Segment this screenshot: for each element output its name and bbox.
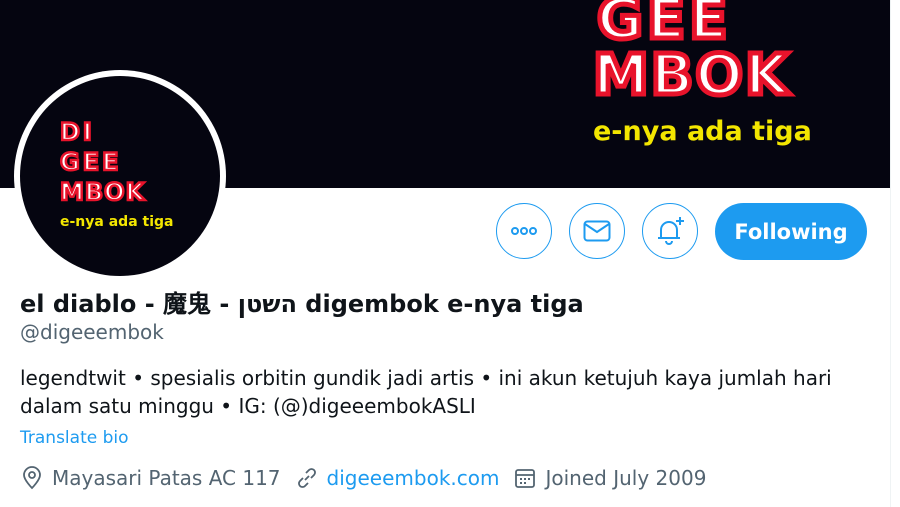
website-item: digeeembok.com	[295, 466, 500, 490]
website-link[interactable]: digeeembok.com	[327, 466, 500, 490]
location-pin-icon	[23, 466, 41, 490]
translate-bio-link[interactable]: Translate bio	[20, 428, 129, 448]
display-name: el diablo - 魔鬼 - השטן digembok e-nya tig…	[20, 290, 584, 318]
location-text: Mayasari Patas AC 117	[52, 466, 281, 490]
ellipsis-icon	[511, 227, 537, 235]
handle: @digeeembok	[20, 320, 164, 344]
avatar-logo: DI GEE MBOK e-nya ada tiga	[59, 117, 174, 230]
bell-plus-icon	[658, 217, 684, 245]
avatar[interactable]: DI GEE MBOK e-nya ada tiga	[20, 76, 220, 276]
right-edge	[890, 0, 900, 507]
location-item: Mayasari Patas AC 117	[20, 466, 281, 490]
banner-logo: GEE MBOK e-nya ada tiga	[591, 0, 812, 147]
banner-logo-line-2: MBOK	[593, 43, 791, 108]
message-button[interactable]	[569, 203, 625, 259]
joined-text: Joined July 2009	[545, 466, 707, 490]
calendar-icon	[515, 469, 536, 488]
profile-meta: Mayasari Patas AC 117 digeeembok.com Joi…	[20, 466, 720, 490]
bio: legendtwit • spesialis orbitin gundik ja…	[20, 366, 832, 418]
envelope-icon	[583, 220, 611, 242]
notifications-button[interactable]	[642, 203, 698, 259]
link-icon	[297, 468, 316, 488]
banner-tagline: e-nya ada tiga	[593, 116, 812, 147]
more-options-button[interactable]	[496, 203, 552, 259]
avatar-logo-line-2: GEE	[60, 148, 122, 176]
avatar-logo-line-3: MBOK	[60, 178, 146, 206]
avatar-logo-line-1: DI	[60, 118, 95, 146]
joined-item: Joined July 2009	[513, 466, 706, 490]
avatar-tagline: e-nya ada tiga	[60, 214, 173, 230]
following-button[interactable]: Following	[715, 203, 867, 260]
